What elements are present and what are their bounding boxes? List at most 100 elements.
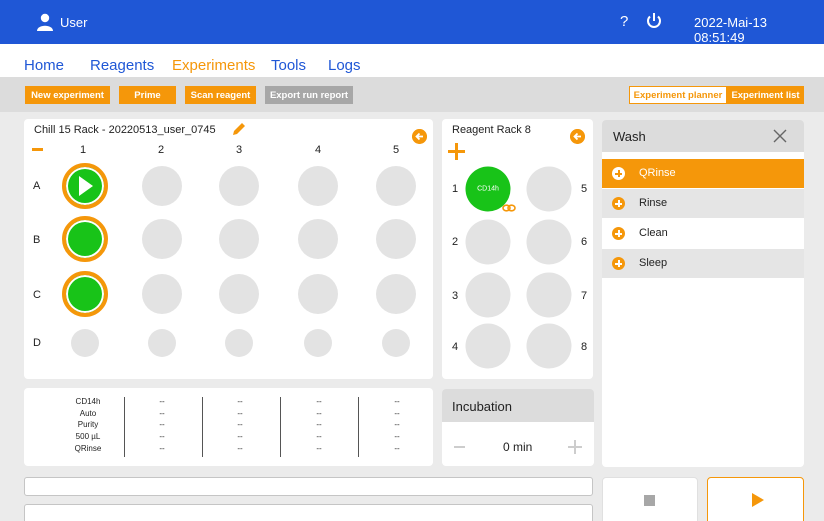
well-b5[interactable] bbox=[376, 219, 416, 259]
well-a5[interactable] bbox=[376, 166, 416, 206]
summary-column-4: -- -- -- -- -- bbox=[316, 397, 322, 453]
reagent-slot-5[interactable] bbox=[526, 166, 572, 212]
close-icon[interactable] bbox=[773, 129, 787, 143]
row-label: D bbox=[33, 337, 41, 349]
column-label: 5 bbox=[392, 144, 400, 156]
reagent-position-label: 6 bbox=[581, 236, 588, 248]
nav-logs[interactable]: Logs bbox=[328, 57, 361, 74]
experiment-list-button[interactable]: Experiment list bbox=[727, 86, 804, 104]
play-icon bbox=[752, 493, 764, 507]
well-d1[interactable] bbox=[71, 329, 99, 357]
well-d3[interactable] bbox=[225, 329, 253, 357]
nav-experiments[interactable]: Experiments bbox=[172, 57, 255, 74]
row-label: A bbox=[33, 180, 41, 192]
reagent-rack-title: Reagent Rack 8 bbox=[452, 124, 531, 136]
well-c2[interactable] bbox=[142, 274, 182, 314]
summary-column-5: -- -- -- -- -- bbox=[394, 397, 400, 453]
scan-reagent-button[interactable]: Scan reagent bbox=[185, 86, 256, 104]
wash-option-qrinse[interactable]: QRinse bbox=[602, 159, 804, 188]
nav-tools[interactable]: Tools bbox=[271, 57, 306, 74]
well-d2[interactable] bbox=[148, 329, 176, 357]
well-c5[interactable] bbox=[376, 274, 416, 314]
new-experiment-button[interactable]: New experiment bbox=[25, 86, 110, 104]
summary-panel: CD14h Auto Purity 500 µL QRinse -- -- -- --… bbox=[24, 388, 433, 466]
top-bar: User ? 2022-Mai-13 08:51:49 bbox=[0, 0, 824, 45]
well-d5[interactable] bbox=[382, 329, 410, 357]
wash-header: Wash bbox=[602, 120, 804, 152]
divider bbox=[202, 397, 203, 457]
add-reagent-icon[interactable] bbox=[448, 143, 465, 160]
column-label: 4 bbox=[314, 144, 322, 156]
summary-column-3: -- -- -- -- -- bbox=[237, 397, 243, 453]
prime-button[interactable]: Prime bbox=[119, 86, 176, 104]
reagent-slot-4[interactable] bbox=[465, 323, 511, 369]
wash-option-clean[interactable]: Clean bbox=[602, 219, 804, 248]
collapse-icon[interactable] bbox=[32, 148, 43, 151]
add-icon bbox=[612, 167, 625, 180]
reagent-position-label: 4 bbox=[452, 341, 459, 353]
link-icon bbox=[502, 204, 516, 212]
well-b1[interactable] bbox=[62, 216, 108, 262]
status-field bbox=[24, 477, 593, 496]
column-label: 3 bbox=[235, 144, 243, 156]
divider bbox=[124, 397, 125, 457]
add-icon bbox=[612, 227, 625, 240]
help-icon[interactable]: ? bbox=[620, 13, 628, 30]
wash-option-label: Clean bbox=[639, 227, 668, 239]
well-b3[interactable] bbox=[219, 219, 259, 259]
incubation-title: Incubation bbox=[452, 399, 512, 414]
edit-icon[interactable] bbox=[231, 121, 247, 137]
stop-button[interactable] bbox=[602, 477, 698, 521]
incubation-panel: Incubation 0 min bbox=[442, 389, 594, 466]
back-arrow-icon[interactable] bbox=[412, 129, 427, 144]
summary-column-2: -- -- -- -- -- bbox=[159, 397, 165, 453]
add-icon bbox=[612, 257, 625, 270]
wash-option-sleep[interactable]: Sleep bbox=[602, 249, 804, 278]
wash-option-rinse[interactable]: Rinse bbox=[602, 189, 804, 218]
wash-title: Wash bbox=[613, 129, 646, 144]
decrease-button[interactable] bbox=[454, 446, 465, 448]
well-c3[interactable] bbox=[219, 274, 259, 314]
user-icon bbox=[37, 13, 53, 31]
well-b2[interactable] bbox=[142, 219, 182, 259]
export-run-report-button[interactable]: Export run report bbox=[265, 86, 353, 104]
rack-title: Chill 15 Rack - 20220513_user_0745 bbox=[34, 124, 216, 136]
well-a3[interactable] bbox=[219, 166, 259, 206]
divider bbox=[280, 397, 281, 457]
main-nav: Home Reagents Experiments Tools Logs bbox=[0, 44, 824, 77]
well-a4[interactable] bbox=[298, 166, 338, 206]
reagent-position-label: 5 bbox=[581, 183, 588, 195]
reagent-slot-7[interactable] bbox=[526, 272, 572, 318]
row-label: C bbox=[33, 289, 41, 301]
well-a2[interactable] bbox=[142, 166, 182, 206]
reagent-rack-panel: Reagent Rack 8 1 2 3 4 5 6 7 8 CD14h bbox=[442, 119, 593, 379]
reagent-name: CD14h bbox=[477, 185, 499, 193]
nav-reagents[interactable]: Reagents bbox=[90, 57, 154, 74]
well-c1[interactable] bbox=[62, 271, 108, 317]
well-b4[interactable] bbox=[298, 219, 338, 259]
reagent-slot-3[interactable] bbox=[465, 272, 511, 318]
reagent-slot-2[interactable] bbox=[465, 219, 511, 265]
well-c4[interactable] bbox=[298, 274, 338, 314]
reagent-position-label: 8 bbox=[581, 341, 588, 353]
reagent-slot-6[interactable] bbox=[526, 219, 572, 265]
reagent-position-label: 2 bbox=[452, 236, 459, 248]
reagent-position-label: 3 bbox=[452, 290, 459, 302]
well-a1[interactable] bbox=[62, 163, 108, 209]
well-d4[interactable] bbox=[304, 329, 332, 357]
column-label: 1 bbox=[79, 144, 87, 156]
reagent-position-label: 1 bbox=[452, 183, 459, 195]
wash-option-label: Sleep bbox=[639, 257, 668, 269]
reagent-slot-8[interactable] bbox=[526, 323, 572, 369]
wash-option-label: QRinse bbox=[639, 167, 676, 179]
nav-home[interactable]: Home bbox=[24, 57, 64, 74]
experiment-planner-button[interactable]: Experiment planner bbox=[629, 86, 727, 104]
increase-button[interactable] bbox=[568, 440, 582, 454]
start-button[interactable] bbox=[707, 477, 804, 521]
incubation-value: 0 min bbox=[503, 440, 533, 454]
power-icon[interactable] bbox=[645, 12, 663, 30]
sample-rack-panel: Chill 15 Rack - 20220513_user_0745 1 2 3… bbox=[24, 119, 433, 379]
datetime: 2022-Mai-13 08:51:49 bbox=[694, 15, 767, 45]
back-arrow-icon[interactable] bbox=[570, 129, 585, 144]
toolbar: New experiment Prime Scan reagent Export… bbox=[0, 77, 824, 112]
